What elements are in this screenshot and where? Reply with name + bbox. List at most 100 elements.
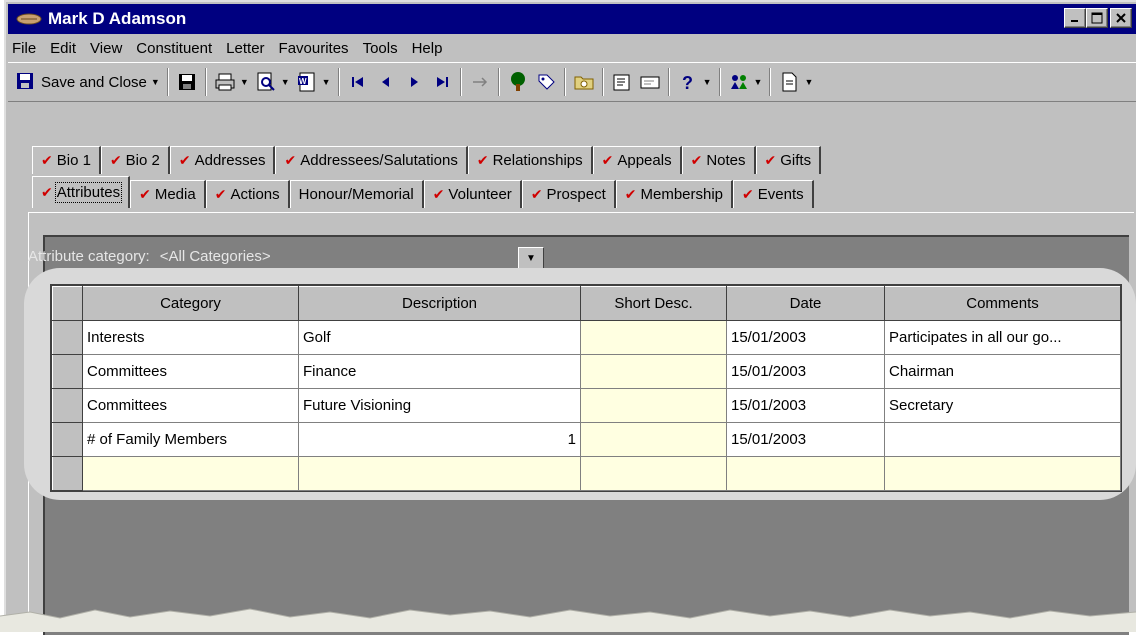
tab-attributes[interactable]: ✔ Attributes bbox=[32, 176, 131, 208]
cell-comments[interactable]: Participates in all our go... bbox=[884, 320, 1121, 355]
print-preview-button[interactable]: ▼ bbox=[252, 66, 293, 98]
people-icon bbox=[730, 75, 747, 89]
toolbar-separator bbox=[204, 68, 207, 96]
tab-appeals[interactable]: ✔ Appeals bbox=[592, 146, 682, 174]
menu-favourites[interactable]: Favourites bbox=[272, 40, 356, 57]
row-selector[interactable] bbox=[52, 320, 83, 355]
document-icon bbox=[782, 72, 797, 92]
row-selector[interactable] bbox=[52, 354, 83, 389]
folder-button[interactable] bbox=[570, 66, 598, 98]
tab-membership[interactable]: ✔ Membership bbox=[615, 180, 734, 208]
tab-volunteer[interactable]: ✔ Volunteer bbox=[423, 180, 522, 208]
tree-button[interactable] bbox=[504, 66, 532, 98]
tab-honour-memorial[interactable]: Honour/Memorial bbox=[289, 180, 424, 208]
cell-description[interactable]: Golf bbox=[298, 320, 581, 355]
cell-date[interactable] bbox=[726, 456, 885, 491]
print-preview-icon bbox=[257, 72, 275, 91]
tag-button[interactable] bbox=[532, 66, 560, 98]
cell-short-desc[interactable] bbox=[580, 354, 727, 389]
attribute-category-value[interactable]: <All Categories> bbox=[160, 248, 271, 265]
cell-short-desc[interactable] bbox=[580, 320, 727, 355]
card-button[interactable] bbox=[636, 66, 664, 98]
tab-addresses[interactable]: ✔ Addresses bbox=[169, 146, 276, 174]
printer-icon bbox=[215, 73, 235, 91]
menu-edit[interactable]: Edit bbox=[43, 40, 83, 57]
toolbar-separator bbox=[601, 68, 604, 96]
cell-short-desc[interactable] bbox=[580, 456, 727, 491]
cell-short-desc[interactable] bbox=[580, 388, 727, 423]
people-button[interactable]: ▼ bbox=[725, 66, 766, 98]
row-selector[interactable] bbox=[52, 388, 83, 423]
title-bar[interactable]: Mark D Adamson bbox=[8, 4, 1136, 34]
tab-events[interactable]: ✔ Events bbox=[733, 180, 814, 208]
tab-notes[interactable]: ✔ Notes bbox=[681, 146, 756, 174]
cell-short-desc[interactable] bbox=[580, 422, 727, 457]
close-button[interactable] bbox=[1110, 8, 1132, 28]
save-button[interactable] bbox=[173, 66, 201, 98]
tab-relationships[interactable]: ✔ Relationships bbox=[467, 146, 593, 174]
first-record-button[interactable] bbox=[344, 66, 372, 98]
row-selector[interactable] bbox=[52, 456, 83, 491]
save-close-icon bbox=[17, 73, 33, 89]
menu-tools[interactable]: Tools bbox=[356, 40, 405, 57]
tab-label: Actions bbox=[230, 186, 280, 203]
cell-comments[interactable] bbox=[884, 422, 1121, 457]
menu-constituent[interactable]: Constituent bbox=[129, 40, 219, 57]
menu-view[interactable]: View bbox=[83, 40, 129, 57]
minimize-button[interactable] bbox=[1064, 8, 1086, 28]
tab-addressees-salutations[interactable]: ✔ Addressees/Salutations bbox=[275, 146, 468, 174]
cell-comments[interactable] bbox=[884, 456, 1121, 491]
column-header-comments[interactable]: Comments bbox=[884, 286, 1121, 321]
save-and-close-button[interactable]: Save and Close ▼ bbox=[12, 66, 163, 98]
cell-date[interactable]: 15/01/2003 bbox=[726, 422, 885, 457]
cell-category[interactable]: Committees bbox=[82, 388, 299, 423]
menu-file[interactable]: File bbox=[10, 40, 43, 57]
tab-actions[interactable]: ✔ Actions bbox=[205, 180, 290, 208]
column-header-category[interactable]: Category bbox=[82, 286, 299, 321]
cell-comments[interactable]: Chairman bbox=[884, 354, 1121, 389]
tab-gifts[interactable]: ✔ Gifts bbox=[755, 146, 822, 174]
row-selector-header[interactable] bbox=[52, 286, 83, 321]
cell-category[interactable]: Committees bbox=[82, 354, 299, 389]
tree-icon bbox=[510, 72, 525, 91]
cell-description[interactable]: Future Visioning bbox=[298, 388, 581, 423]
cell-date[interactable]: 15/01/2003 bbox=[726, 320, 885, 355]
cell-category[interactable] bbox=[82, 456, 299, 491]
cell-date[interactable]: 15/01/2003 bbox=[726, 388, 885, 423]
column-header-description[interactable]: Description bbox=[298, 286, 581, 321]
tab-label: Relationships bbox=[492, 152, 583, 169]
tab-media[interactable]: ✔ Media bbox=[130, 180, 206, 208]
go-to-button[interactable] bbox=[466, 66, 494, 98]
checkmark-icon: ✔ bbox=[41, 152, 53, 168]
cell-description[interactable]: Finance bbox=[298, 354, 581, 389]
cell-description[interactable] bbox=[298, 456, 581, 491]
word-button[interactable]: W ▼ bbox=[293, 66, 334, 98]
cell-category[interactable]: Interests bbox=[82, 320, 299, 355]
cell-description[interactable]: 1 bbox=[298, 422, 581, 457]
column-header-date[interactable]: Date bbox=[726, 286, 885, 321]
print-button[interactable]: ▼ bbox=[211, 66, 252, 98]
last-record-button[interactable] bbox=[428, 66, 456, 98]
maximize-button[interactable] bbox=[1086, 8, 1108, 28]
tab-bio-2[interactable]: ✔ Bio 2 bbox=[100, 146, 170, 174]
properties-button[interactable] bbox=[608, 66, 636, 98]
cell-category[interactable]: # of Family Members bbox=[82, 422, 299, 457]
previous-record-button[interactable] bbox=[372, 66, 400, 98]
menu-letter[interactable]: Letter bbox=[219, 40, 271, 57]
menu-help[interactable]: Help bbox=[405, 40, 450, 57]
tab-prospect[interactable]: ✔ Prospect bbox=[521, 180, 616, 208]
handshake-icon bbox=[16, 13, 42, 25]
constituent-window: Mark D Adamson File Edit View Constituen… bbox=[4, 0, 1136, 635]
attribute-category-dropdown[interactable]: ▼ bbox=[518, 247, 544, 269]
tab-bio-1[interactable]: ✔ Bio 1 bbox=[32, 146, 101, 174]
chevron-down-icon: ▼ bbox=[280, 77, 290, 87]
cell-comments[interactable]: Secretary bbox=[884, 388, 1121, 423]
row-selector[interactable] bbox=[52, 422, 83, 457]
next-record-button[interactable] bbox=[400, 66, 428, 98]
column-header-short-desc[interactable]: Short Desc. bbox=[580, 286, 727, 321]
document-button[interactable]: ▼ bbox=[775, 66, 816, 98]
checkmark-icon: ✔ bbox=[178, 152, 191, 168]
cell-date[interactable]: 15/01/2003 bbox=[726, 354, 885, 389]
help-button[interactable]: ? ▼ bbox=[674, 66, 715, 98]
tab-label: Volunteer bbox=[448, 186, 512, 203]
